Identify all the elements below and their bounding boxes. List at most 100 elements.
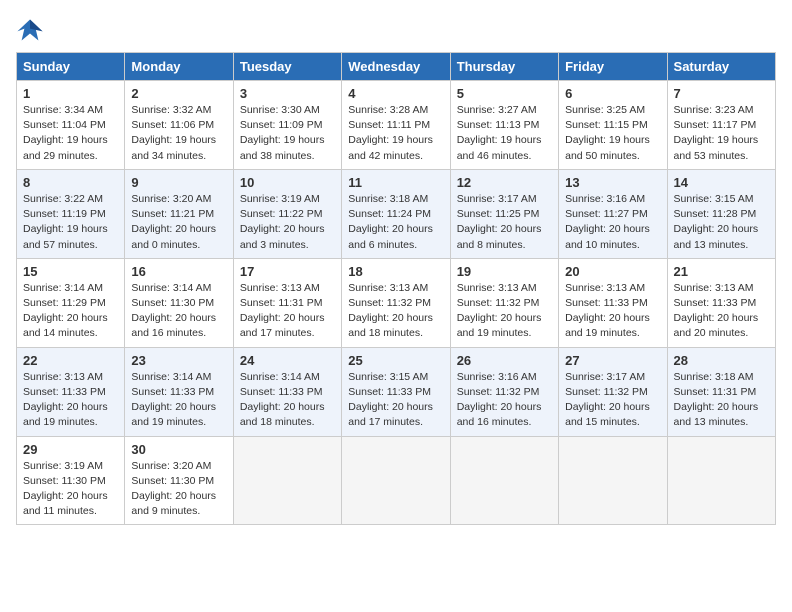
day-number: 11 [348, 175, 443, 190]
day-number: 2 [131, 86, 226, 101]
day-number: 8 [23, 175, 118, 190]
day-info: Sunrise: 3:30 AM Sunset: 11:09 PM Daylig… [240, 103, 335, 164]
calendar-cell: 28 Sunrise: 3:18 AM Sunset: 11:31 PM Dayl… [667, 347, 775, 436]
day-info: Sunrise: 3:14 AM Sunset: 11:29 PM Daylig… [23, 281, 118, 342]
day-info: Sunrise: 3:18 AM Sunset: 11:24 PM Daylig… [348, 192, 443, 253]
day-number: 10 [240, 175, 335, 190]
week-row-1: 1 Sunrise: 3:34 AM Sunset: 11:04 PM Dayli… [17, 81, 776, 170]
calendar-cell: 23 Sunrise: 3:14 AM Sunset: 11:33 PM Dayl… [125, 347, 233, 436]
calendar-cell [342, 436, 450, 525]
day-info: Sunrise: 3:16 AM Sunset: 11:32 PM Daylig… [457, 370, 552, 431]
calendar-cell: 12 Sunrise: 3:17 AM Sunset: 11:25 PM Dayl… [450, 169, 558, 258]
calendar-table: SundayMondayTuesdayWednesdayThursdayFrid… [16, 52, 776, 525]
calendar-cell: 9 Sunrise: 3:20 AM Sunset: 11:21 PM Dayli… [125, 169, 233, 258]
header-thursday: Thursday [450, 53, 558, 81]
day-number: 30 [131, 442, 226, 457]
calendar-cell: 22 Sunrise: 3:13 AM Sunset: 11:33 PM Dayl… [17, 347, 125, 436]
header-saturday: Saturday [667, 53, 775, 81]
day-info: Sunrise: 3:34 AM Sunset: 11:04 PM Daylig… [23, 103, 118, 164]
calendar-cell: 16Sunrise: 3:14 AM Sunset: 11:30 PM Dayl… [125, 258, 233, 347]
day-number: 9 [131, 175, 226, 190]
day-number: 25 [348, 353, 443, 368]
day-info: Sunrise: 3:32 AM Sunset: 11:06 PM Daylig… [131, 103, 226, 164]
day-number: 19 [457, 264, 552, 279]
header [16, 16, 776, 44]
calendar-cell: 17 Sunrise: 3:13 AM Sunset: 11:31 PM Dayl… [233, 258, 341, 347]
day-info: Sunrise: 3:13 AM Sunset: 11:32 PM Daylig… [348, 281, 443, 342]
calendar-header: SundayMondayTuesdayWednesdayThursdayFrid… [17, 53, 776, 81]
calendar-cell [233, 436, 341, 525]
day-number: 5 [457, 86, 552, 101]
day-info: Sunrise: 3:13 AM Sunset: 11:33 PM Daylig… [23, 370, 118, 431]
calendar-cell: 10 Sunrise: 3:19 AM Sunset: 11:22 PM Dayl… [233, 169, 341, 258]
day-number: 28 [674, 353, 769, 368]
day-number: 12 [457, 175, 552, 190]
day-info: Sunrise: 3:13 AM Sunset: 11:33 PM Daylig… [565, 281, 660, 342]
header-row: SundayMondayTuesdayWednesdayThursdayFrid… [17, 53, 776, 81]
calendar-cell: 3 Sunrise: 3:30 AM Sunset: 11:09 PM Dayli… [233, 81, 341, 170]
calendar-cell: 21 Sunrise: 3:13 AM Sunset: 11:33 PM Dayl… [667, 258, 775, 347]
calendar-cell: 29 Sunrise: 3:19 AM Sunset: 11:30 PM Dayl… [17, 436, 125, 525]
day-number: 7 [674, 86, 769, 101]
day-info: Sunrise: 3:19 AM Sunset: 11:30 PM Daylig… [23, 459, 118, 520]
day-number: 15 [23, 264, 118, 279]
calendar-cell: 26 Sunrise: 3:16 AM Sunset: 11:32 PM Dayl… [450, 347, 558, 436]
day-number: 14 [674, 175, 769, 190]
calendar-cell: 14 Sunrise: 3:15 AM Sunset: 11:28 PM Dayl… [667, 169, 775, 258]
day-info: Sunrise: 3:19 AM Sunset: 11:22 PM Daylig… [240, 192, 335, 253]
calendar-cell: 13Sunrise: 3:16 AM Sunset: 11:27 PM Dayl… [559, 169, 667, 258]
day-info: Sunrise: 3:14 AM Sunset: 11:30 PM Daylig… [131, 281, 226, 342]
day-info: Sunrise: 3:20 AM Sunset: 11:21 PM Daylig… [131, 192, 226, 253]
day-info: Sunrise: 3:15 AM Sunset: 11:28 PM Daylig… [674, 192, 769, 253]
day-number: 23 [131, 353, 226, 368]
day-number: 20 [565, 264, 660, 279]
calendar-cell: 30Sunrise: 3:20 AM Sunset: 11:30 PM Dayl… [125, 436, 233, 525]
header-sunday: Sunday [17, 53, 125, 81]
week-row-5: 29 Sunrise: 3:19 AM Sunset: 11:30 PM Dayl… [17, 436, 776, 525]
calendar-cell [450, 436, 558, 525]
calendar-cell: 8Sunrise: 3:22 AM Sunset: 11:19 PM Dayli… [17, 169, 125, 258]
day-number: 4 [348, 86, 443, 101]
day-number: 6 [565, 86, 660, 101]
day-number: 22 [23, 353, 118, 368]
calendar-cell: 6 Sunrise: 3:25 AM Sunset: 11:15 PM Dayli… [559, 81, 667, 170]
calendar-cell: 2 Sunrise: 3:32 AM Sunset: 11:06 PM Dayli… [125, 81, 233, 170]
calendar-cell [667, 436, 775, 525]
day-info: Sunrise: 3:13 AM Sunset: 11:32 PM Daylig… [457, 281, 552, 342]
header-wednesday: Wednesday [342, 53, 450, 81]
day-info: Sunrise: 3:28 AM Sunset: 11:11 PM Daylig… [348, 103, 443, 164]
day-info: Sunrise: 3:23 AM Sunset: 11:17 PM Daylig… [674, 103, 769, 164]
logo [16, 16, 48, 44]
day-info: Sunrise: 3:14 AM Sunset: 11:33 PM Daylig… [131, 370, 226, 431]
day-number: 21 [674, 264, 769, 279]
week-row-4: 22 Sunrise: 3:13 AM Sunset: 11:33 PM Dayl… [17, 347, 776, 436]
day-info: Sunrise: 3:14 AM Sunset: 11:33 PM Daylig… [240, 370, 335, 431]
calendar-cell: 20 Sunrise: 3:13 AM Sunset: 11:33 PM Dayl… [559, 258, 667, 347]
day-number: 13 [565, 175, 660, 190]
day-number: 1 [23, 86, 118, 101]
calendar-cell: 7 Sunrise: 3:23 AM Sunset: 11:17 PM Dayli… [667, 81, 775, 170]
calendar-cell: 4 Sunrise: 3:28 AM Sunset: 11:11 PM Dayli… [342, 81, 450, 170]
calendar-cell: 27Sunrise: 3:17 AM Sunset: 11:32 PM Dayl… [559, 347, 667, 436]
day-info: Sunrise: 3:15 AM Sunset: 11:33 PM Daylig… [348, 370, 443, 431]
header-monday: Monday [125, 53, 233, 81]
week-row-2: 8Sunrise: 3:22 AM Sunset: 11:19 PM Dayli… [17, 169, 776, 258]
day-info: Sunrise: 3:13 AM Sunset: 11:31 PM Daylig… [240, 281, 335, 342]
calendar-cell: 5 Sunrise: 3:27 AM Sunset: 11:13 PM Dayli… [450, 81, 558, 170]
day-number: 29 [23, 442, 118, 457]
day-info: Sunrise: 3:13 AM Sunset: 11:33 PM Daylig… [674, 281, 769, 342]
calendar-cell: 1 Sunrise: 3:34 AM Sunset: 11:04 PM Dayli… [17, 81, 125, 170]
calendar-body: 1 Sunrise: 3:34 AM Sunset: 11:04 PM Dayli… [17, 81, 776, 525]
day-info: Sunrise: 3:27 AM Sunset: 11:13 PM Daylig… [457, 103, 552, 164]
day-info: Sunrise: 3:18 AM Sunset: 11:31 PM Daylig… [674, 370, 769, 431]
day-info: Sunrise: 3:17 AM Sunset: 11:25 PM Daylig… [457, 192, 552, 253]
header-friday: Friday [559, 53, 667, 81]
day-info: Sunrise: 3:25 AM Sunset: 11:15 PM Daylig… [565, 103, 660, 164]
calendar-cell: 25 Sunrise: 3:15 AM Sunset: 11:33 PM Dayl… [342, 347, 450, 436]
week-row-3: 15 Sunrise: 3:14 AM Sunset: 11:29 PM Dayl… [17, 258, 776, 347]
day-number: 26 [457, 353, 552, 368]
calendar-cell: 18Sunrise: 3:13 AM Sunset: 11:32 PM Dayl… [342, 258, 450, 347]
day-number: 17 [240, 264, 335, 279]
day-number: 3 [240, 86, 335, 101]
day-number: 27 [565, 353, 660, 368]
